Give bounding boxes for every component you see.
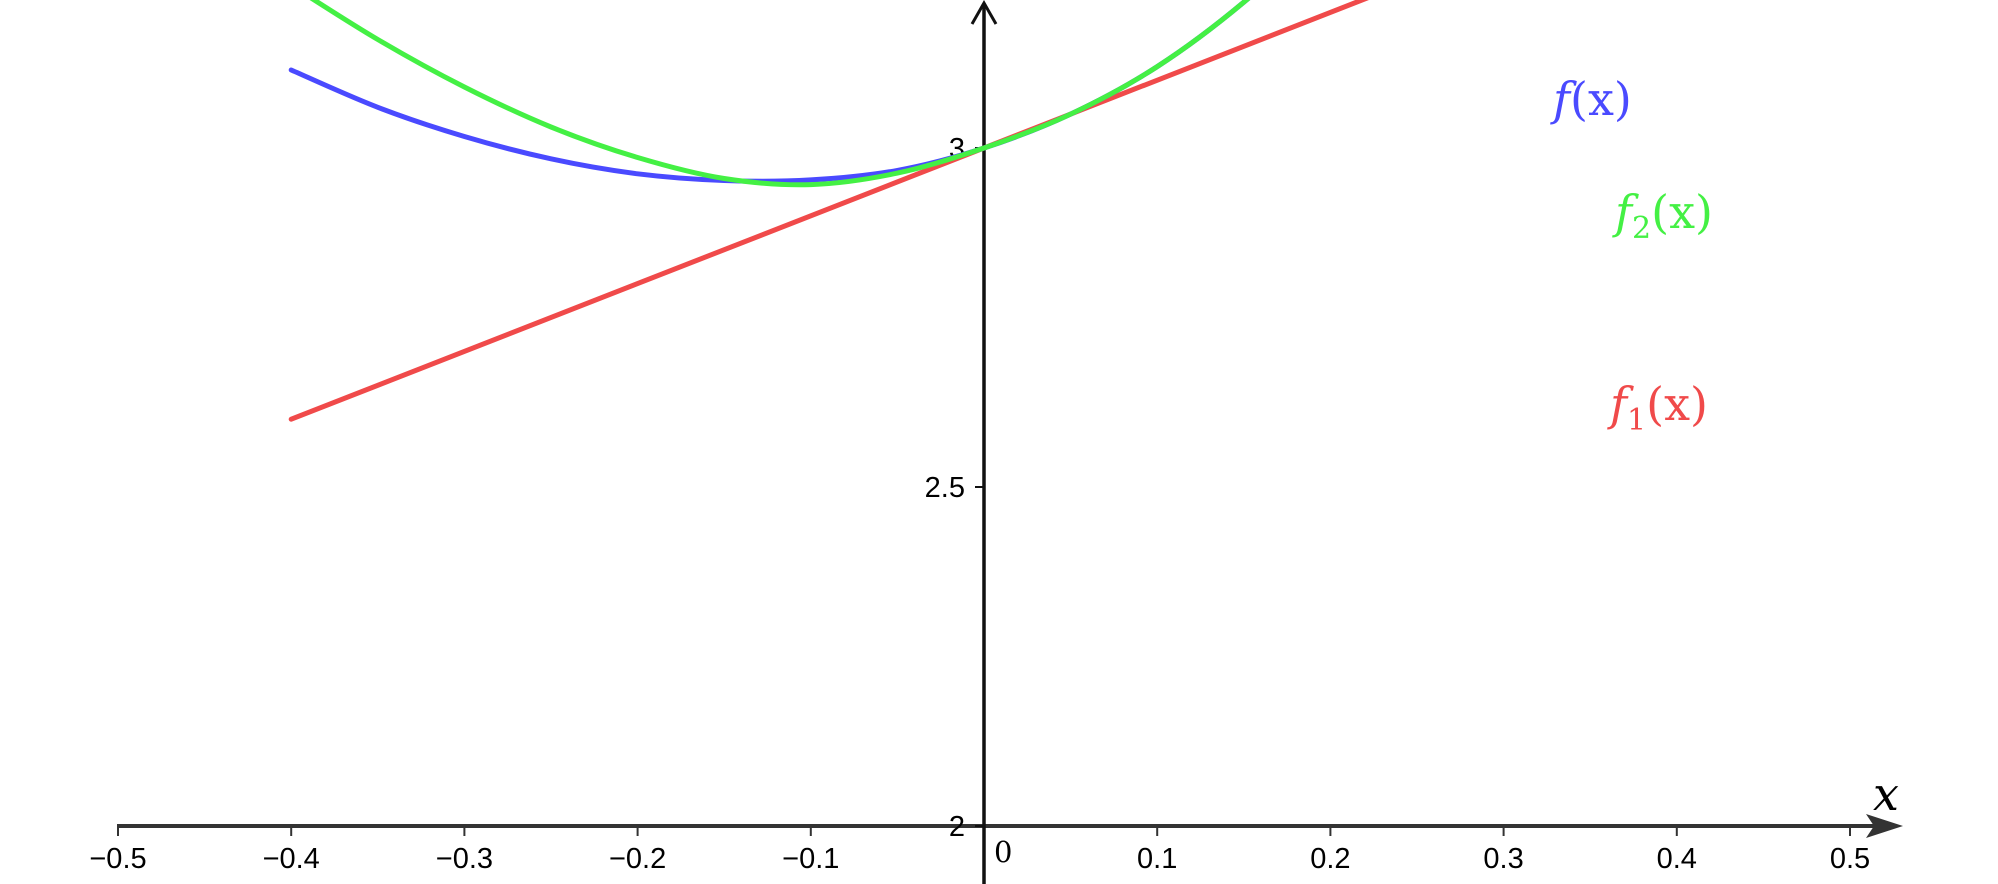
series-f2-x-label: f2(x): [1612, 185, 1713, 246]
x-tick-label: 0.3: [1483, 843, 1523, 875]
axes-layer: −0.5 −0.4 −0.3 −0.2 −0.1 0.1 0.2 0.3 0.4 0.522.53…: [89, 0, 1903, 884]
x-tick-label: 0.5: [1830, 843, 1870, 875]
y-tick-label: 2: [949, 811, 965, 843]
series-f1-x-label: f1(x): [1607, 377, 1708, 438]
x-tick-label: −0.1: [782, 843, 839, 875]
series-label-subscript: 2: [1632, 211, 1651, 246]
x-tick-label: 0.4: [1657, 843, 1697, 875]
series-label-argument: (x): [1646, 377, 1708, 431]
series-label-argument: (x): [1570, 72, 1632, 126]
origin-label: 0: [994, 835, 1012, 869]
series-f-x-label: f(x): [1550, 72, 1632, 126]
x-axis-title: x: [1873, 767, 1899, 821]
x-tick-label: 0.2: [1310, 843, 1350, 875]
x-tick-label: 0.1: [1137, 843, 1177, 875]
function-plot: −0.5 −0.4 −0.3 −0.2 −0.1 0.1 0.2 0.3 0.4 0.522.53…: [89, 0, 1903, 884]
x-tick-label: −0.5: [89, 843, 146, 875]
x-tick-label: −0.3: [436, 843, 493, 875]
series-labels-layer: f(x) f1(x) f2(x): [1550, 72, 1713, 438]
x-tick-label: −0.2: [609, 843, 666, 875]
series-label-argument: (x): [1651, 185, 1713, 239]
series-label-subscript: 1: [1627, 403, 1646, 438]
x-tick-label: −0.4: [263, 843, 320, 875]
y-tick-label: 2.5: [925, 472, 965, 504]
